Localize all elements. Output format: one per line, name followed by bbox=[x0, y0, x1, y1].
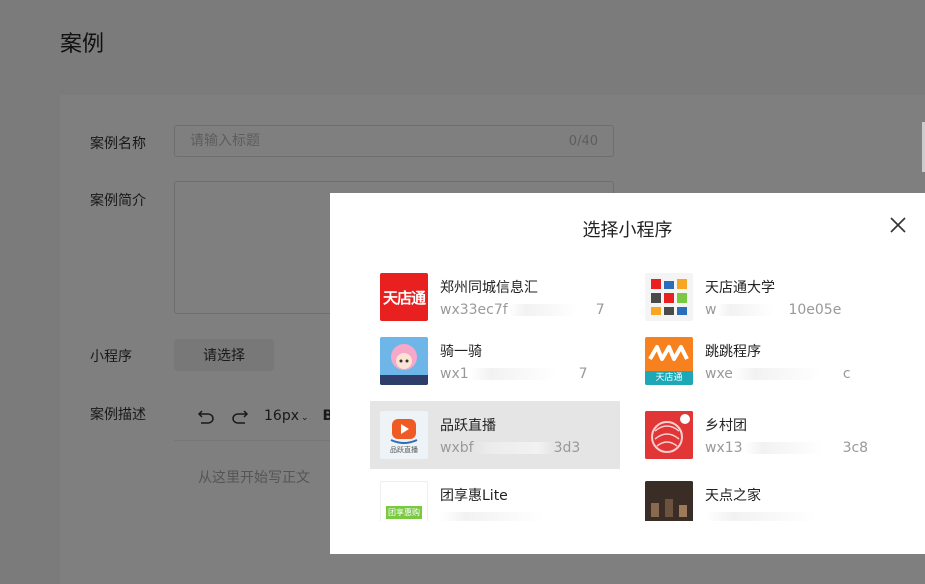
app-logo bbox=[380, 337, 428, 385]
app-id: w 10e05e bbox=[705, 301, 842, 318]
app-logo: 天店通 bbox=[645, 337, 693, 385]
app-logo: 品跃直播 bbox=[380, 411, 428, 459]
app-name: 品跃直播 bbox=[440, 417, 496, 434]
dialog-title: 选择小程序 bbox=[582, 220, 673, 241]
miniprogram-item[interactable]: 团享惠购 团享惠Lite bbox=[370, 471, 620, 521]
app-name: 跳跳程序 bbox=[705, 343, 761, 360]
miniprogram-item[interactable]: 骑一骑 wx1 7 bbox=[370, 327, 620, 395]
app-name: 郑州同城信息汇 bbox=[440, 279, 538, 296]
app-logo: 团享惠购 bbox=[380, 481, 428, 521]
miniprogram-item[interactable]: 天店通 郑州同城信息汇 wx33ec7f 7 bbox=[370, 263, 620, 331]
app-logo-text: 天店通 bbox=[382, 288, 426, 307]
app-name: 天店通大学 bbox=[705, 279, 775, 296]
app-logo bbox=[645, 411, 693, 459]
miniprogram-item[interactable]: 天店通大学 w 10e05e bbox=[635, 263, 885, 331]
app-id: wx13 3c8 bbox=[705, 439, 869, 456]
app-logo-text: 团享惠购 bbox=[386, 505, 422, 519]
miniprogram-item[interactable]: 天店通 跳跳程序 wxe c bbox=[635, 327, 885, 395]
app-name: 团享惠Lite bbox=[440, 487, 508, 504]
app-name: 天点之家 bbox=[705, 487, 761, 504]
app-name: 骑一骑 bbox=[440, 343, 482, 360]
miniprogram-item[interactable]: 天点之家 bbox=[635, 471, 885, 521]
app-id bbox=[705, 510, 845, 521]
app-name: 乡村团 bbox=[705, 417, 747, 434]
miniprogram-item[interactable]: 品跃直播 品跃直播 wxbf 3d3 bbox=[370, 401, 620, 469]
miniprogram-list: 天店通 郑州同城信息汇 wx33ec7f 7 天店通大学 w 10e05e 骑一… bbox=[370, 263, 890, 521]
app-id: wx1 7 bbox=[440, 365, 588, 382]
app-logo bbox=[645, 273, 693, 321]
app-id bbox=[440, 510, 570, 521]
app-id: wxbf 3d3 bbox=[440, 439, 581, 456]
app-logo-text: 天店通 bbox=[645, 371, 693, 385]
app-logo bbox=[645, 481, 693, 521]
close-icon[interactable] bbox=[888, 215, 908, 235]
app-id: wx33ec7f 7 bbox=[440, 301, 605, 318]
app-logo: 天店通 bbox=[380, 273, 428, 321]
select-miniprogram-dialog: 选择小程序 天店通 郑州同城信息汇 wx33ec7f 7 天店通大学 w 10e… bbox=[330, 193, 925, 554]
miniprogram-item[interactable]: 乡村团 wx13 3c8 bbox=[635, 401, 885, 469]
app-logo-text: 品跃直播 bbox=[390, 445, 418, 454]
app-id: wxe c bbox=[705, 365, 851, 382]
